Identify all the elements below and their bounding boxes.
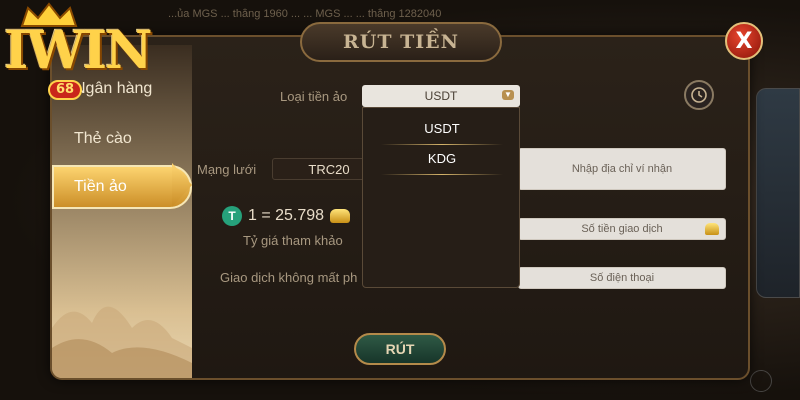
- history-icon: [691, 87, 707, 103]
- close-button[interactable]: X: [725, 22, 763, 60]
- close-icon: X: [735, 28, 753, 54]
- phone-placeholder: Số điện thoại: [589, 272, 655, 284]
- tab-crypto[interactable]: Tiền ảo: [52, 165, 192, 209]
- app-logo: IWIN 68: [2, 2, 153, 102]
- no-loss-label: Giao dịch không mất ph: [220, 270, 358, 285]
- network-value: TRC20: [308, 161, 350, 177]
- rate-caption: Tỷ giá tham khảo: [243, 233, 343, 248]
- logo-number: 68: [48, 80, 83, 100]
- submit-label: RÚT: [385, 341, 415, 357]
- mountain-decoration: [52, 306, 192, 378]
- background-icon: [750, 370, 772, 392]
- chevron-down-icon: ▼: [502, 90, 514, 100]
- tether-icon: T: [222, 206, 242, 226]
- dialog-title-plate: RÚT TIỀN: [300, 22, 502, 62]
- wallet-address-placeholder: Nhập địa chỉ ví nhận: [571, 163, 673, 175]
- currency-label: Loại tiền ảo: [280, 89, 348, 104]
- phone-input[interactable]: Số điện thoại: [518, 267, 726, 289]
- amount-placeholder: Số tiền giao dịch: [581, 223, 663, 235]
- history-button[interactable]: [684, 80, 714, 110]
- wallet-address-input[interactable]: Nhập địa chỉ ví nhận: [518, 148, 726, 190]
- currency-dropdown: USDT KDG: [362, 107, 520, 288]
- network-label: Mạng lưới: [197, 162, 257, 177]
- dialog-title: RÚT TIỀN: [343, 31, 459, 53]
- currency-select[interactable]: USDT ▼: [362, 85, 520, 107]
- dropdown-option-usdt[interactable]: USDT: [363, 114, 521, 144]
- logo-brand: IWIN: [4, 20, 153, 81]
- background-game-card: [756, 88, 800, 298]
- amount-input[interactable]: Số tiền giao dịch: [518, 218, 726, 240]
- gold-ingot-icon: [330, 209, 351, 223]
- exchange-rate: T 1 = 25.798: [222, 206, 351, 226]
- withdraw-submit-button[interactable]: RÚT: [354, 333, 446, 365]
- dropdown-divider: [381, 174, 503, 175]
- gold-coin-icon: [705, 223, 719, 235]
- rate-value: 1 = 25.798: [248, 207, 325, 224]
- tab-card[interactable]: Thẻ cào: [52, 117, 192, 161]
- dropdown-option-kdg[interactable]: KDG: [363, 144, 521, 174]
- currency-value: USDT: [424, 89, 458, 103]
